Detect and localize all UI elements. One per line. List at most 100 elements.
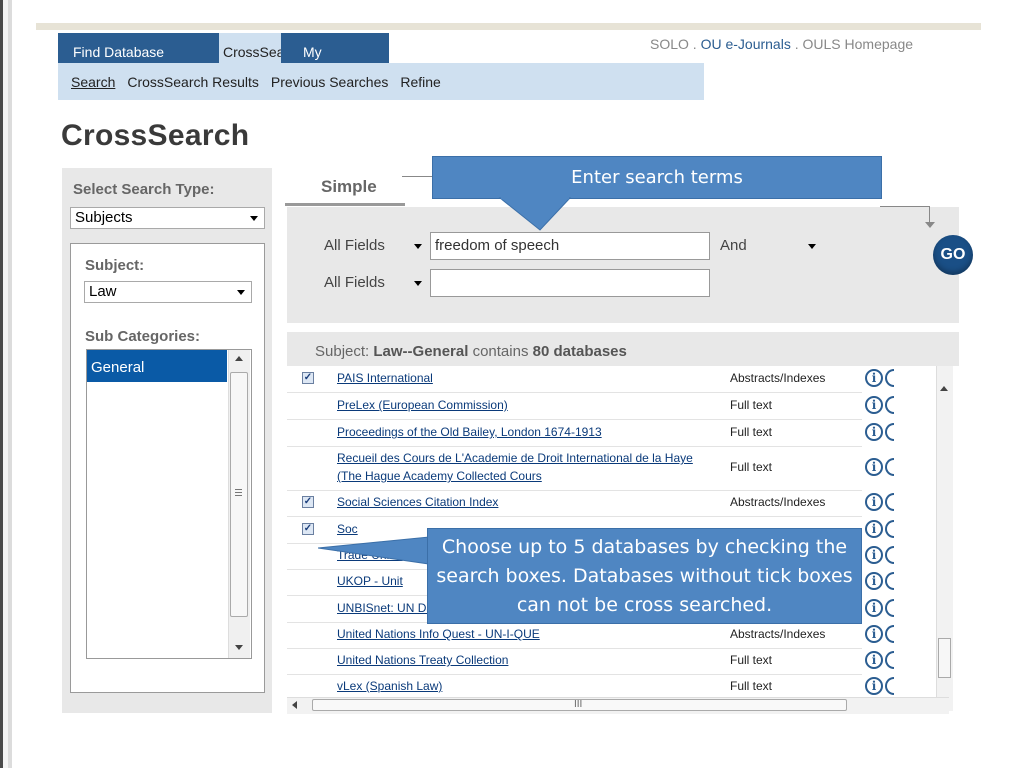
- subnav-crosssearch-results[interactable]: CrossSearch Results: [127, 74, 259, 90]
- subnav-previous-searches[interactable]: Previous Searches: [271, 74, 389, 90]
- info-icon[interactable]: i: [865, 458, 883, 476]
- database-actions: i: [865, 677, 894, 695]
- subcategory-item-general[interactable]: General: [87, 350, 227, 382]
- database-link[interactable]: United Nations Treaty Collection: [337, 653, 508, 667]
- field-select-2[interactable]: All Fields: [320, 271, 426, 297]
- database-link[interactable]: PreLex (European Commission): [337, 398, 508, 412]
- header-middle: contains: [472, 343, 529, 360]
- database-row: United Nations Treaty Collection Full tex…: [287, 648, 894, 675]
- database-link[interactable]: UKOP - Unit: [337, 574, 403, 588]
- database-actions: i: [865, 369, 894, 387]
- subcategories-label: Sub Categories:: [85, 328, 201, 345]
- info-icon[interactable]: i: [865, 677, 883, 695]
- database-link[interactable]: vLex (Spanish Law): [337, 679, 442, 693]
- operator-value: And: [720, 237, 747, 254]
- link-separator: .: [790, 36, 803, 52]
- info-icon[interactable]: i: [865, 369, 883, 387]
- info-icon[interactable]: i: [865, 572, 883, 590]
- database-type: Full text: [730, 653, 773, 667]
- subject-value: Law: [89, 283, 117, 300]
- database-actions: i: [865, 396, 894, 414]
- main-tabs: Find Database CrossSearch My Research: [58, 33, 389, 98]
- info-icon[interactable]: i: [865, 625, 883, 643]
- field-select-1[interactable]: All Fields: [320, 234, 426, 260]
- database-actions: i: [865, 520, 894, 538]
- add-icon[interactable]: [885, 520, 894, 538]
- database-link[interactable]: Recueil des Cours de L'Academie de Droit…: [337, 449, 707, 485]
- add-icon[interactable]: [885, 458, 894, 476]
- add-icon[interactable]: [885, 396, 894, 414]
- database-actions: i: [865, 493, 894, 511]
- info-icon[interactable]: i: [865, 520, 883, 538]
- database-checkbox[interactable]: ✓: [302, 496, 314, 508]
- subject-select[interactable]: Law: [84, 281, 252, 303]
- sub-navigation: Search CrossSearch Results Previous Sear…: [58, 63, 704, 100]
- database-type: Abstracts/Indexes: [730, 495, 826, 509]
- database-row: Proceedings of the Old Bailey, London 16…: [287, 419, 894, 447]
- tab-my-research[interactable]: My Research: [281, 33, 389, 98]
- info-icon[interactable]: i: [865, 396, 883, 414]
- search-panel: [287, 207, 959, 323]
- info-icon[interactable]: i: [865, 493, 883, 511]
- add-icon[interactable]: [885, 599, 894, 617]
- solo-link[interactable]: SOLO: [650, 36, 689, 52]
- scroll-up-icon[interactable]: [235, 356, 243, 361]
- go-button[interactable]: GO: [933, 235, 973, 275]
- info-icon[interactable]: i: [865, 423, 883, 441]
- database-type: Full text: [730, 679, 773, 693]
- add-icon[interactable]: [885, 369, 894, 387]
- scrollbar-thumb[interactable]: [230, 372, 248, 617]
- database-actions: i: [865, 572, 894, 590]
- database-type: Full text: [730, 425, 773, 439]
- info-icon[interactable]: i: [865, 546, 883, 564]
- database-link[interactable]: Social Sciences Citation Index: [337, 495, 498, 509]
- add-icon[interactable]: [885, 572, 894, 590]
- add-icon[interactable]: [885, 677, 894, 695]
- database-type: Abstracts/Indexes: [730, 371, 826, 385]
- database-type: Abstracts/Indexes: [730, 627, 826, 641]
- database-checkbox[interactable]: ✓: [302, 523, 314, 535]
- header-count: 80 databases: [532, 343, 627, 360]
- callout-choose-databases: Choose up to 5 databases by checking the…: [427, 528, 862, 624]
- scrollbar-thumb[interactable]: [938, 638, 951, 678]
- search-input-2[interactable]: [430, 269, 710, 297]
- add-icon[interactable]: [885, 625, 894, 643]
- database-checkbox[interactable]: ✓: [302, 372, 314, 384]
- ejournals-link[interactable]: OU e-Journals: [701, 36, 791, 52]
- search-type-select[interactable]: Subjects: [70, 207, 265, 229]
- search-input-1[interactable]: freedom of speech: [430, 232, 710, 260]
- tab-crosssearch[interactable]: CrossSearch: [219, 33, 281, 63]
- database-actions: i: [865, 458, 894, 476]
- subnav-search[interactable]: Search: [71, 74, 115, 90]
- callout-enter-search-terms: Enter search terms: [432, 156, 882, 199]
- database-link[interactable]: United Nations Info Quest - UN-I-QUE: [337, 627, 540, 641]
- subnav-refine[interactable]: Refine: [400, 74, 440, 90]
- add-icon[interactable]: [885, 423, 894, 441]
- scroll-left-icon[interactable]: [292, 701, 297, 709]
- operator-select[interactable]: And: [716, 234, 822, 260]
- search-type-value: Subjects: [75, 209, 133, 226]
- chevron-down-icon: [237, 290, 245, 295]
- database-link[interactable]: Proceedings of the Old Bailey, London 16…: [337, 425, 602, 439]
- scroll-down-icon[interactable]: [235, 645, 243, 650]
- homepage-link[interactable]: OULS Homepage: [803, 36, 914, 52]
- link-separator: .: [688, 36, 701, 52]
- chevron-down-icon: [414, 244, 422, 249]
- database-actions: i: [865, 651, 894, 669]
- callout-pointer: [318, 536, 430, 565]
- arrow-down-icon: [925, 222, 935, 228]
- add-icon[interactable]: [885, 651, 894, 669]
- top-links: SOLO . OU e-Journals . OULS Homepage: [650, 36, 913, 52]
- tab-simple[interactable]: Simple: [285, 170, 405, 206]
- info-icon[interactable]: i: [865, 599, 883, 617]
- add-icon[interactable]: [885, 546, 894, 564]
- chevron-down-icon: [250, 216, 258, 221]
- database-link[interactable]: PAIS International: [337, 371, 433, 385]
- database-link[interactable]: Soc: [337, 522, 358, 536]
- info-icon[interactable]: i: [865, 651, 883, 669]
- database-list-header: Subject: Law--General contains 80 databa…: [287, 332, 959, 366]
- tab-find-database[interactable]: Find Database: [58, 33, 219, 63]
- scroll-up-icon[interactable]: [940, 386, 948, 391]
- add-icon[interactable]: [885, 493, 894, 511]
- field-select-1-value: All Fields: [324, 237, 385, 254]
